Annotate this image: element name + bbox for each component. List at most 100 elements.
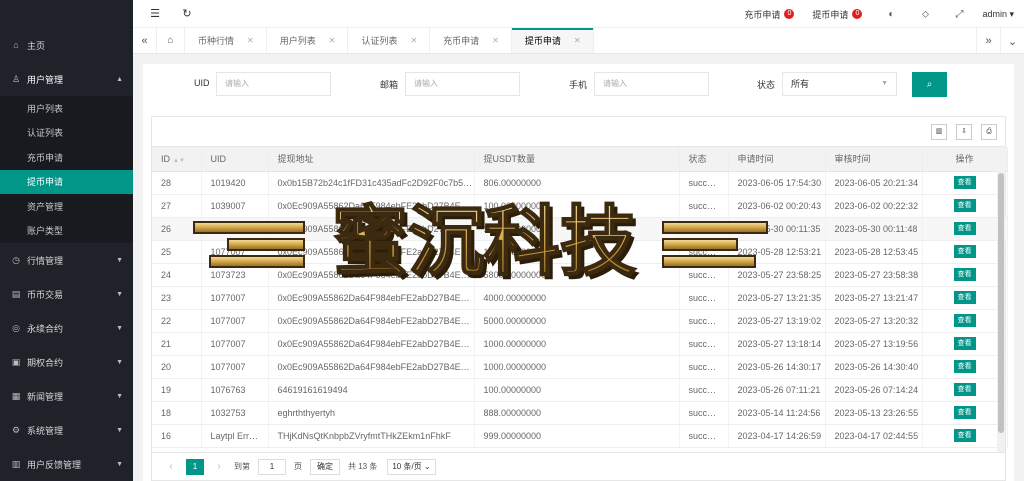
table-cell: 查看: [922, 286, 1008, 310]
view-button[interactable]: 查看: [953, 291, 976, 304]
table-row[interactable]: 21 1077007 0x0Ec909A55862Da64F984ebFE2abD2…: [152, 332, 1008, 356]
view-button[interactable]: 查看: [953, 337, 976, 350]
refresh-icon[interactable]: ↻: [177, 7, 197, 20]
view-button[interactable]: 查看: [953, 199, 976, 212]
column-header[interactable]: ID ▲▼: [152, 147, 202, 172]
table-row[interactable]: 26 1039007 0x0Ec909A55862Da64F984ebFE2abD2…: [152, 217, 1008, 241]
view-button[interactable]: 查看: [953, 176, 976, 189]
current-page[interactable]: 1: [186, 458, 204, 475]
sidebar-item-home[interactable]: ⌂ 主页: [0, 28, 133, 62]
sidebar-subitem-auth-list[interactable]: 认证列表: [0, 121, 133, 146]
table-row[interactable]: 22 1077007 0x0Ec909A55862Da64F984ebFE2abD2…: [152, 309, 1008, 333]
fullscreen-icon[interactable]: ⤢: [948, 9, 970, 20]
table-row[interactable]: 18 1032753 eghrththyertyh 888.00000000 succ……: [152, 401, 1008, 425]
sidebar-item-market[interactable]: ◷ 行情管理 ▼: [0, 243, 133, 277]
sidebar-item-perpetual[interactable]: ◎ 永续合约 ▼: [0, 311, 133, 345]
chevron-down-icon: ▼: [116, 256, 123, 264]
view-button[interactable]: 查看: [953, 406, 976, 419]
tab-label: 提币申请: [524, 36, 561, 46]
scrollbar-thumb[interactable]: [998, 173, 1004, 433]
sidebar-item-news[interactable]: ▦ 新闻管理 ▼: [0, 379, 133, 413]
tag-icon[interactable]: ⬦: [914, 9, 936, 20]
user-menu[interactable]: admin ▾: [982, 9, 1014, 20]
tab-withdraw-requests[interactable]: 提币申请 ✕: [511, 28, 594, 53]
sort-icon[interactable]: ▲▼: [173, 158, 185, 164]
goto-confirm-button[interactable]: 确定: [310, 458, 340, 475]
deposit-count-badge: 0: [784, 9, 795, 19]
sidebar-subitem-user-list[interactable]: 用户列表: [0, 96, 133, 121]
prev-page-icon[interactable]: ‹: [160, 461, 182, 472]
table-scrollbar[interactable]: [997, 171, 1005, 454]
table-cell: 2023-05-27 23:58:25: [728, 263, 826, 287]
status-select[interactable]: 所有 ▼: [782, 72, 897, 96]
sidebar-item-spot-trading[interactable]: ▤ 币币交易 ▼: [0, 277, 133, 311]
view-button[interactable]: 查看: [953, 222, 976, 235]
tab-auth-list[interactable]: 认证列表 ✕: [348, 28, 431, 53]
table-cell: 0x0Ec909A55862Da64F984ebFE2abD27B4EA…: [268, 217, 475, 241]
tab-home-icon[interactable]: ⌂: [157, 28, 185, 53]
table-cell: 27: [152, 194, 202, 218]
table-row[interactable]: 28 1019420 0x0b15B72b24c1fFD31c435adFc2D92…: [152, 171, 1008, 195]
table-row[interactable]: 20 1077007 0x0Ec909A55862Da64F984ebFE2abD2…: [152, 355, 1008, 379]
email-input[interactable]: 请输入: [405, 72, 520, 96]
print-icon[interactable]: ⎙: [981, 124, 997, 140]
next-page-icon[interactable]: ›: [208, 461, 230, 472]
table-row[interactable]: 25 1077007 0x0Ec909A55862Da64F984ebFE2abD2…: [152, 240, 1008, 264]
phone-label: 手机: [569, 80, 588, 90]
page-size-select[interactable]: 10 条/页 ⌄: [387, 458, 436, 475]
sidebar-item-feedback[interactable]: ▥ 用户反馈管理 ▼: [0, 447, 133, 481]
table-cell: 25: [152, 240, 202, 264]
table-row[interactable]: 16 Laytpl Err… THjKdNsQtKnbpbZVryfmtTHkZEk…: [152, 424, 1008, 448]
table-cell: 2023-06-05 17:54:30: [728, 171, 826, 195]
close-icon[interactable]: ✕: [410, 36, 417, 45]
close-icon[interactable]: ✕: [574, 36, 581, 45]
close-icon[interactable]: ✕: [247, 36, 254, 45]
goto-page-input[interactable]: 1: [258, 458, 286, 475]
tab-deposit-requests[interactable]: 充币申请 ✕: [430, 28, 512, 53]
table-cell: 5000.00000000: [474, 309, 680, 333]
menu-toggle-icon[interactable]: ☰: [145, 7, 165, 20]
sidebar-item-label: 币币交易: [27, 289, 64, 300]
tab-user-list[interactable]: 用户列表 ✕: [267, 28, 349, 53]
table-row[interactable]: 23 1077007 0x0Ec909A55862Da64F984ebFE2abD2…: [152, 286, 1008, 310]
table-row[interactable]: 24 1073723 0x0Ec909A55862Da64F984ebFE2abD2…: [152, 263, 1008, 287]
deposit-requests-link[interactable]: 充币申请 0: [744, 8, 795, 21]
tabs-scroll-left-icon[interactable]: «: [133, 28, 157, 53]
uid-input[interactable]: 请输入: [216, 72, 331, 96]
table-cell: 26: [152, 217, 202, 241]
sidebar-subitem-asset-management[interactable]: 资产管理: [0, 194, 133, 219]
table-cell: 2023-05-26 07:11:21: [728, 378, 826, 402]
table-cell: 查看: [922, 332, 1008, 356]
export-icon[interactable]: ⇩: [956, 124, 972, 140]
view-button[interactable]: 查看: [953, 429, 976, 442]
theme-icon[interactable]: ◐: [880, 9, 902, 20]
table-header-row: ID ▲▼ UID 提现地址 提USDT数量 状态 申请时间 审核时间 操作: [152, 147, 1008, 172]
view-button[interactable]: 查看: [953, 314, 976, 327]
sidebar-subitem-account-types[interactable]: 账户类型: [0, 219, 133, 244]
sidebar-subitem-withdraw-requests[interactable]: 提币申请: [0, 169, 133, 194]
view-button[interactable]: 查看: [953, 245, 976, 258]
columns-filter-icon[interactable]: ▥: [931, 124, 947, 140]
withdraw-requests-link[interactable]: 提币申请 0: [812, 8, 863, 21]
sidebar-subitem-deposit-requests[interactable]: 充币申请: [0, 145, 133, 170]
chevron-down-icon: ▼: [116, 426, 123, 434]
sidebar-item-system[interactable]: ⚙ 系统管理 ▼: [0, 413, 133, 447]
close-icon[interactable]: ✕: [492, 36, 499, 45]
view-button[interactable]: 查看: [953, 268, 976, 281]
sidebar-item-options[interactable]: ▣ 期权合约 ▼: [0, 345, 133, 379]
page-tabs: « ⌂ 币种行情 ✕ 用户列表 ✕ 认证列表 ✕ 充币申请 ✕ 提币申请 ✕ » ⌄: [133, 28, 1024, 54]
view-button[interactable]: 查看: [953, 383, 976, 396]
tabs-menu-icon[interactable]: ⌄: [1000, 28, 1024, 54]
table-row[interactable]: 27 1039007 0x0Ec909A55862Da64F984ebFE2abD2…: [152, 194, 1008, 218]
table-cell: THjKdNsQtKnbpbZVryfmtTHkZEkm1nFhkF: [268, 424, 475, 448]
phone-input[interactable]: 请输入: [594, 72, 709, 96]
tabs-scroll-right-icon[interactable]: »: [976, 28, 1000, 54]
status-select-value: 所有: [791, 79, 810, 89]
sidebar-item-user-management[interactable]: ♙ 用户管理 ▲: [0, 62, 133, 96]
close-icon[interactable]: ✕: [329, 36, 336, 45]
view-button[interactable]: 查看: [953, 360, 976, 373]
search-button[interactable]: ⌕: [912, 72, 947, 97]
table-cell: 2023-05-27 13:19:02: [728, 309, 826, 333]
tab-coin-market[interactable]: 币种行情 ✕: [185, 28, 267, 53]
table-row[interactable]: 19 1076763 64619161619494 100.00000000 succ……: [152, 378, 1008, 402]
